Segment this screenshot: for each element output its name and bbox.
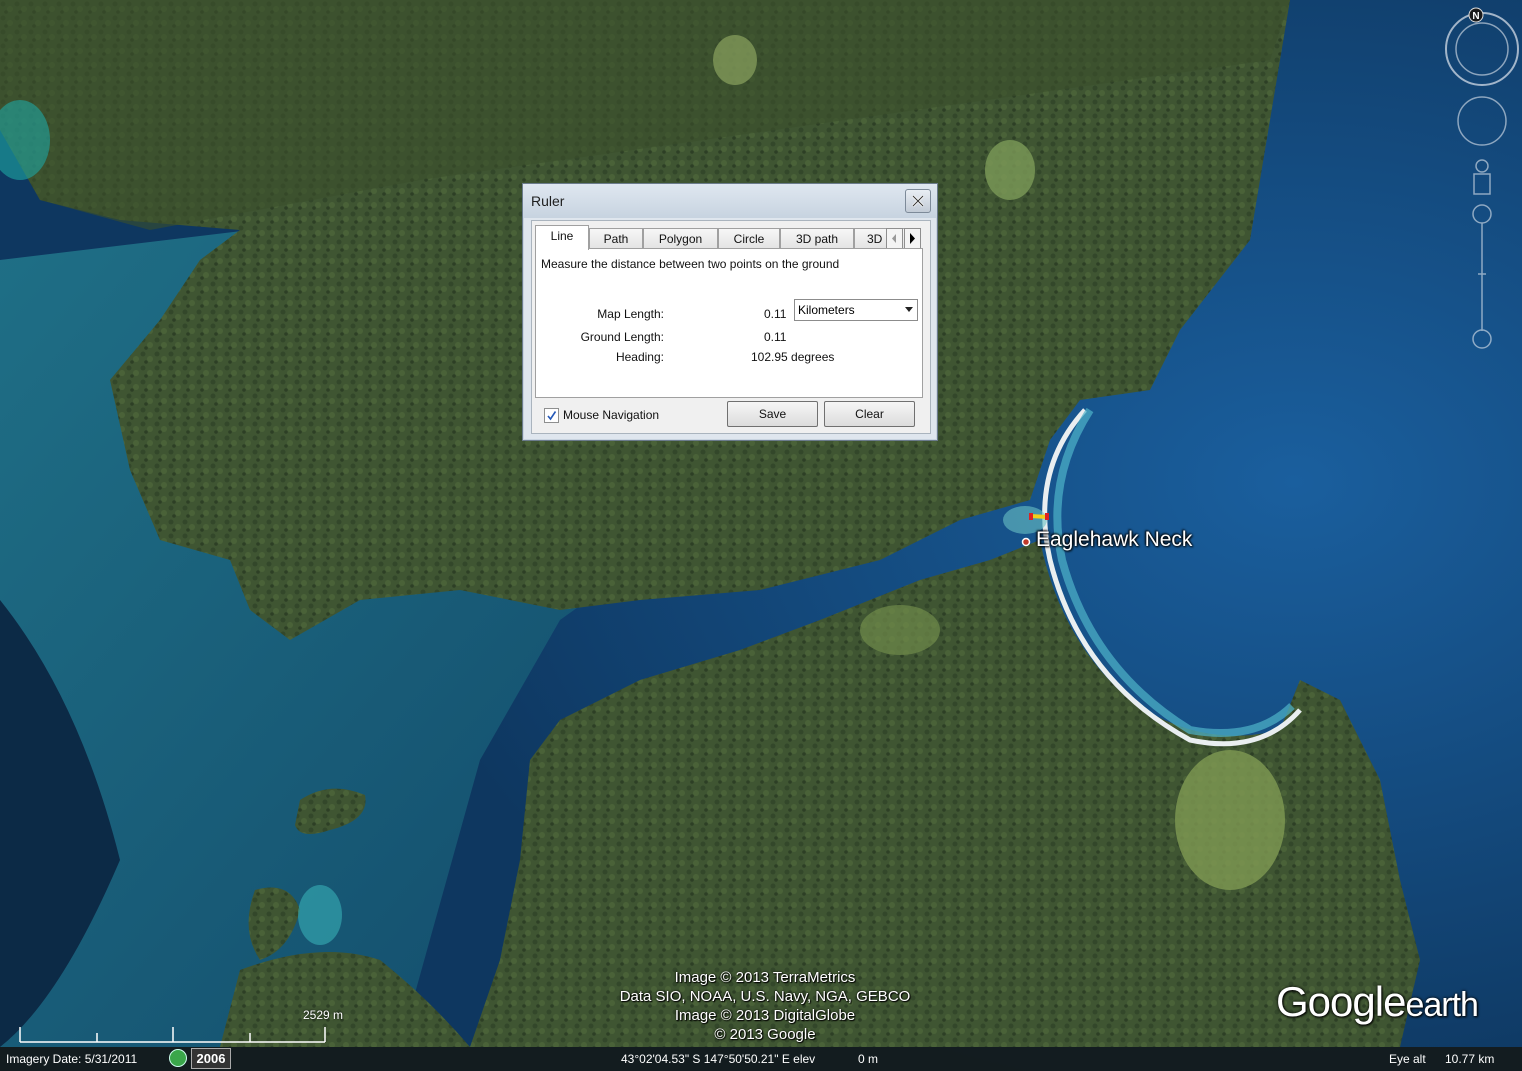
ruler-dialog: Ruler Line Path Polygon Circle 3D path 3…: [522, 183, 938, 441]
eye-alt-label: Eye alt: [1389, 1052, 1426, 1066]
zoom-slider: [1472, 204, 1492, 349]
map-length-value: 0.11: [764, 307, 787, 321]
ground-length-value: 0.11: [764, 330, 787, 344]
ruler-panel: Line Path Polygon Circle 3D path 3D Meas…: [531, 220, 931, 434]
scale-bar-label: 2529 m: [303, 1008, 344, 1022]
tab-strip: Line Path Polygon Circle 3D path 3D: [535, 225, 927, 250]
close-button[interactable]: [905, 189, 931, 213]
mouse-navigation-label[interactable]: Mouse Navigation: [563, 408, 659, 422]
historical-imagery-clock-icon[interactable]: [169, 1049, 187, 1067]
imagery-date: Imagery Date: 5/31/2011: [6, 1052, 138, 1066]
dialog-title-bar[interactable]: Ruler: [523, 184, 937, 218]
compass-ring[interactable]: N: [1445, 7, 1519, 86]
chevron-right-icon: [910, 233, 915, 244]
chevron-down-icon: [905, 307, 913, 312]
ground-length-label: Ground Length:: [580, 330, 664, 344]
dialog-title: Ruler: [531, 193, 565, 209]
credit-line: Image © 2013 TerraMetrics: [674, 969, 856, 986]
placemark-label[interactable]: Eaglehawk Neck: [1036, 528, 1192, 552]
unit-select[interactable]: Kilometers: [794, 299, 918, 321]
historical-imagery-year-button[interactable]: 2006: [191, 1048, 231, 1069]
placemark-dot: [1021, 537, 1031, 547]
heading-value: 102.95 degrees: [751, 350, 835, 364]
save-button[interactable]: Save: [727, 401, 818, 427]
tab-line[interactable]: Line: [535, 225, 589, 250]
line-tab-content: Measure the distance between two points …: [535, 248, 923, 398]
tab-polygon[interactable]: Polygon: [643, 228, 718, 249]
logo-sub: earth: [1405, 986, 1478, 1024]
google-earth-logo: Googleearth: [1276, 978, 1479, 1026]
coordinates-readout: 43°02'04.53" S 147°50'50.21" E elev: [621, 1052, 816, 1066]
eye-alt-value: 10.77 km: [1445, 1052, 1495, 1066]
credit-line: © 2013 Google: [714, 1026, 816, 1043]
satellite-map[interactable]: [0, 0, 1522, 1071]
look-joystick: [1457, 96, 1507, 146]
chevron-left-icon: [892, 234, 896, 243]
close-icon: [912, 195, 924, 207]
credit-line: Image © 2013 DigitalGlobe: [674, 1007, 856, 1024]
mouse-navigation-checkbox[interactable]: [544, 408, 559, 423]
imagery-credits: Image © 2013 TerraMetrics Data SIO, NOAA…: [600, 968, 930, 1044]
navigation-controls[interactable]: N: [1444, 6, 1522, 356]
street-view-pegman-icon: [1473, 159, 1491, 195]
heading-label: Heading:: [615, 350, 664, 364]
tab-path[interactable]: Path: [589, 228, 643, 249]
tab-3d-path[interactable]: 3D path: [780, 228, 854, 249]
map-length-label: Map Length:: [597, 307, 664, 321]
checkmark-icon: [547, 411, 557, 421]
compass-north-label: N: [1472, 11, 1479, 22]
tab-scroll-right-button[interactable]: [904, 228, 921, 249]
tab-circle[interactable]: Circle: [718, 228, 780, 249]
tab-scroll-left-button[interactable]: [886, 228, 903, 249]
unit-select-value: Kilometers: [798, 303, 855, 317]
clear-button[interactable]: Clear: [824, 401, 915, 427]
credit-line: Data SIO, NOAA, U.S. Navy, NGA, GEBCO: [619, 988, 911, 1005]
logo-main: Google: [1276, 978, 1406, 1025]
ruler-description: Measure the distance between two points …: [541, 257, 840, 271]
elevation-readout: 0 m: [858, 1052, 879, 1066]
